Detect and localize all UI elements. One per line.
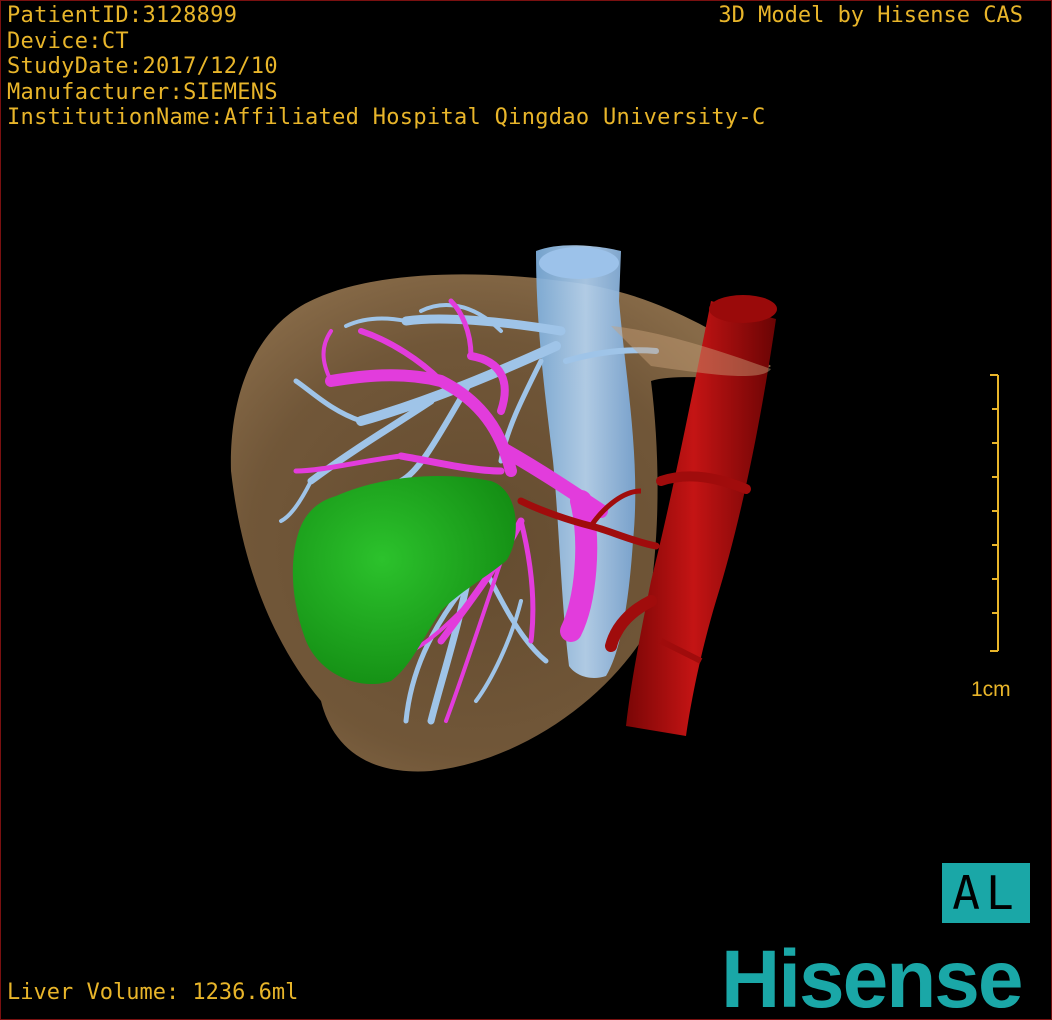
hisense-logo: Hisense xyxy=(721,934,1024,1020)
scale-label: 1cm xyxy=(971,678,1011,701)
patient-id-text: PatientID:3128899 xyxy=(7,3,238,28)
orientation-indicator[interactable]: AL xyxy=(942,863,1030,923)
3d-viewport[interactable]: PatientID:3128899 Device:CT StudyDate:20… xyxy=(0,0,1052,1020)
study-date-text: StudyDate:2017/12/10 xyxy=(7,54,278,79)
device-text: Device:CT xyxy=(7,28,129,54)
scale-bar xyxy=(990,374,999,652)
patient-info-overlay: PatientID:3128899 Device:CT StudyDate:20… xyxy=(7,3,766,131)
manufacturer-text: Manufacturer:SIEMENS xyxy=(7,79,278,105)
institution-text: InstitutionName:Affiliated Hospital Qing… xyxy=(7,105,766,130)
model-credit-text: 3D Model by Hisense CAS xyxy=(718,3,1023,28)
liver-3d-model[interactable] xyxy=(1,1,1051,1019)
liver-volume-text: Liver Volume: 1236.6ml xyxy=(7,980,299,1005)
